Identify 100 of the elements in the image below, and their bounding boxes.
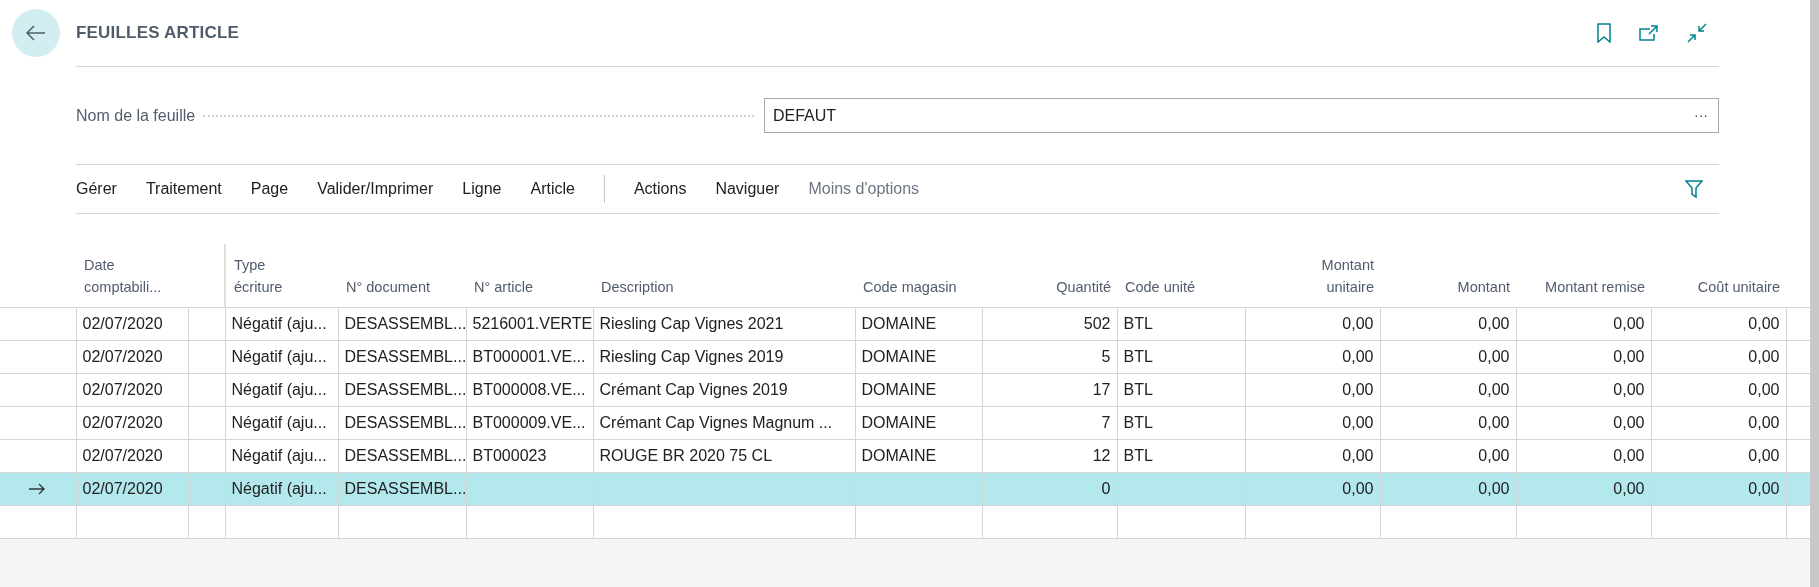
table-cell: 02/07/2020 [82,446,163,464]
table-cell: 5 [1101,347,1111,365]
table-cell: 0,00 [1613,479,1645,497]
page-title: FEUILLES ARTICLE [76,22,241,45]
table-cell: DESASSEMBL... [344,479,466,497]
open-new-window-icon[interactable] [1637,23,1661,43]
table-cell: DESASSEMBL... [344,380,466,398]
table-cell: 0,00 [1613,314,1645,332]
table-cell: 0,00 [1613,347,1645,365]
table-cell: 02/07/2020 [82,380,163,398]
table-cell: DESASSEMBL... [344,314,466,332]
table-cell: Crémant Cap Vignes Magnum ... [599,413,833,431]
table-cell: DOMAINE [861,380,937,398]
table-cell: 502 [1083,314,1111,332]
column-header[interactable]: Montant [1457,276,1510,299]
table-cell: 0,00 [1478,413,1510,431]
table-cell: 0,00 [1748,479,1780,497]
table-cell: 0,00 [1478,446,1510,464]
table-cell: 0,00 [1342,413,1374,431]
table-cell: BT000008.VE... [472,380,586,398]
less-options-button[interactable]: Moins d'options [808,177,920,201]
menu-item[interactable]: Valider/Imprimer [317,177,434,201]
table-cell: 02/07/2020 [82,413,163,431]
table-cell: 0,00 [1342,380,1374,398]
table-cell: Négatif (aju... [231,380,327,398]
table-cell: 0,00 [1342,347,1374,365]
table-cell: BTL [1123,380,1153,398]
table-cell: DOMAINE [861,314,937,332]
field-label: Nom de la feuille [76,105,196,126]
table-cell: BT000009.VE... [472,413,586,431]
back-button[interactable] [12,9,60,57]
row-selector[interactable] [0,472,76,505]
table-cell: 0,00 [1748,380,1780,398]
table-cell: Négatif (aju... [231,446,327,464]
table-cell: DESASSEMBL... [344,446,466,464]
table-cell: DOMAINE [861,413,937,431]
table-cell: Riesling Cap Vignes 2021 [599,314,784,332]
table-cell: 0,00 [1478,479,1510,497]
table-cell: 7 [1101,413,1111,431]
menu-item[interactable]: Actions [633,177,687,201]
table-cell: 0,00 [1613,413,1645,431]
column-header[interactable]: Quantité [1056,276,1111,299]
table-cell: BTL [1123,314,1153,332]
column-header[interactable]: Type écriture [234,255,304,299]
column-header[interactable]: Montant remise [1545,276,1645,299]
menu-item[interactable]: Article [530,177,575,201]
table-cell: Négatif (aju... [231,314,327,332]
column-header[interactable]: N° article [474,276,533,299]
table-cell: 02/07/2020 [82,314,163,332]
table-cell: 17 [1092,380,1111,398]
table-cell: DOMAINE [861,446,937,464]
arrow-icon [29,482,47,495]
menu-item[interactable]: Ligne [462,177,502,201]
table-cell: DOMAINE [861,347,937,365]
table-cell: 0,00 [1748,446,1780,464]
sheet-name-field[interactable]: DEFAUT ··· [764,98,1719,133]
table-cell: 12 [1092,446,1111,464]
table-cell: BTL [1123,446,1153,464]
table-cell: BTL [1123,347,1153,365]
column-header[interactable]: Date comptabili... [84,255,164,299]
menu-item[interactable]: Gérer [76,177,117,201]
table-cell: 5216001.VERTE [472,314,593,332]
filter-icon[interactable] [1683,178,1705,200]
table-cell: Négatif (aju... [231,413,327,431]
table-cell: Négatif (aju... [231,347,327,365]
table-cell: DESASSEMBL... [344,413,466,431]
table-cell: 0,00 [1478,347,1510,365]
column-header[interactable]: N° document [346,276,430,299]
scrollbar[interactable] [1810,0,1819,587]
table-cell: 0,00 [1342,314,1374,332]
table-cell: Crémant Cap Vignes 2019 [599,380,788,398]
table-cell: 0 [1101,479,1111,497]
table-cell: 0,00 [1342,446,1374,464]
collapse-icon[interactable] [1685,21,1709,45]
table-cell: 0,00 [1342,479,1374,497]
table-cell: 0,00 [1748,314,1780,332]
table-cell: BTL [1123,413,1153,431]
table-cell: 0,00 [1613,380,1645,398]
column-header[interactable]: Code unité [1125,276,1196,299]
column-header[interactable]: Code magasin [863,276,957,299]
back-icon [26,25,46,41]
table-cell: 0,00 [1478,314,1510,332]
bookmark-icon[interactable] [1595,21,1613,45]
menu-item[interactable]: Page [250,177,289,201]
table-cell: ROUGE BR 2020 75 CL [599,446,773,464]
column-header[interactable]: Coût unitaire [1697,276,1780,299]
menu-item[interactable]: Naviguer [715,177,780,201]
menu-item[interactable]: Traitement [145,177,222,201]
table-cell: BT000001.VE... [472,347,586,365]
table-cell: 0,00 [1748,413,1780,431]
table-cell: 02/07/2020 [82,347,163,365]
more-button[interactable]: ··· [1692,105,1710,126]
table-cell: 0,00 [1613,446,1645,464]
table-cell: BT000023 [472,446,547,464]
table-cell: Riesling Cap Vignes 2019 [599,347,784,365]
table-cell: DESASSEMBL... [344,347,466,365]
column-header[interactable]: Description [601,276,674,299]
column-header[interactable]: Montant unitaire [1294,255,1374,299]
table-cell: 02/07/2020 [82,479,163,497]
table-cell: Négatif (aju... [231,479,327,497]
